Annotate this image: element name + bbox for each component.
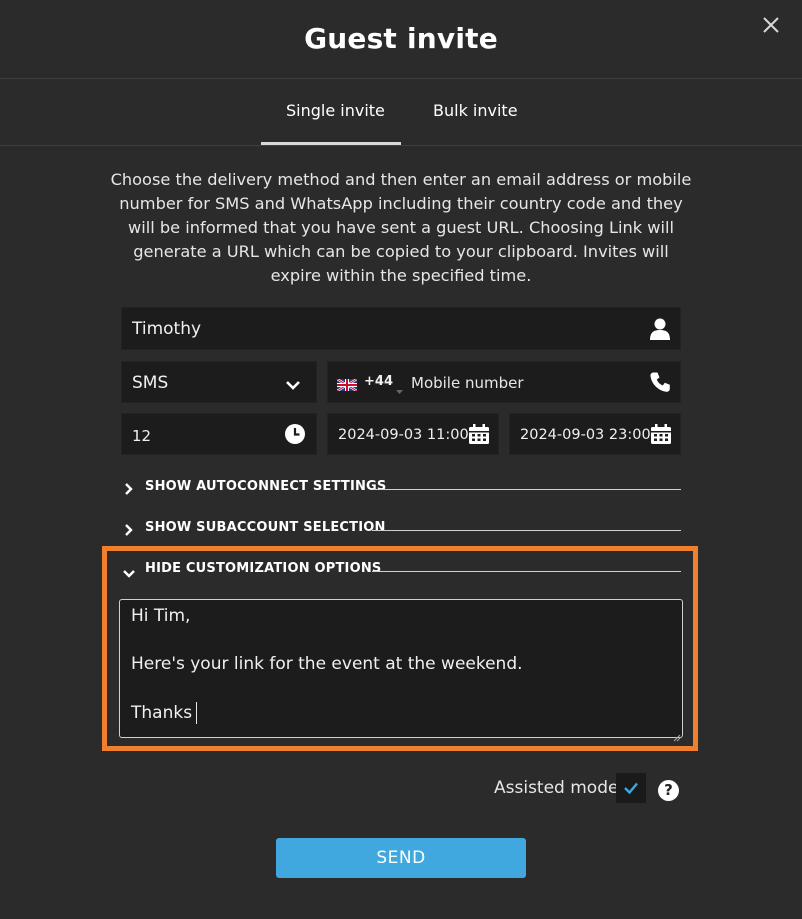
customization-options-toggle[interactable]: HIDE CUSTOMIZATION OPTIONS (122, 561, 681, 583)
message-line: Here's your link for the event at the we… (131, 654, 523, 674)
end-datetime-value: 2024-09-03 23:00 (520, 427, 651, 443)
dialog-title: Guest invite (304, 22, 498, 55)
close-icon[interactable] (758, 12, 784, 38)
tab-bar: Single invite Bulk invite (0, 79, 802, 146)
guest-invite-dialog: Guest invite Single invite Bulk invite C… (0, 0, 802, 919)
expiry-hours-field[interactable]: 12 (121, 413, 317, 455)
phone-number-field[interactable]: +44 Mobile number (327, 361, 681, 403)
chevron-down-icon (285, 376, 301, 395)
user-icon (649, 317, 671, 345)
section-divider (372, 530, 681, 531)
subaccount-selection-toggle[interactable]: SHOW SUBACCOUNT SELECTION (124, 520, 681, 540)
autoconnect-settings-label: SHOW AUTOCONNECT SETTINGS (145, 479, 387, 494)
start-datetime-field[interactable]: 2024-09-03 11:00 (327, 413, 499, 455)
message-line-last: Thanks (131, 702, 198, 724)
chevron-right-icon (124, 481, 134, 500)
message-line: Hi Tim, (131, 606, 191, 626)
tab-bulk-invite[interactable]: Bulk invite (433, 101, 518, 120)
assisted-mode-label: Assisted mode: (494, 778, 625, 798)
checkmark-icon (624, 782, 638, 795)
dialog-header: Guest invite (0, 0, 802, 79)
autoconnect-settings-toggle[interactable]: SHOW AUTOCONNECT SETTINGS (124, 479, 681, 499)
expiry-hours-value: 12 (132, 427, 152, 445)
caret-down-icon (396, 380, 403, 399)
tab-single-invite[interactable]: Single invite (286, 101, 385, 120)
customization-options-label: HIDE CUSTOMIZATION OPTIONS (145, 561, 382, 576)
guest-name-field[interactable]: Timothy (121, 307, 681, 350)
section-divider (374, 489, 681, 490)
assisted-mode-checkbox[interactable] (616, 773, 646, 803)
instructions-text: Choose the delivery method and then ente… (110, 170, 692, 285)
clock-icon (284, 423, 306, 449)
message-line: Thanks (131, 703, 193, 723)
uk-flag-icon[interactable] (336, 376, 358, 395)
start-datetime-value: 2024-09-03 11:00 (338, 427, 469, 443)
delivery-method-select[interactable]: SMS (121, 361, 317, 403)
country-code[interactable]: +44 (364, 374, 393, 389)
phone-icon (649, 371, 671, 397)
active-tab-indicator (261, 142, 401, 145)
help-icon[interactable]: ? (658, 780, 679, 801)
calendar-icon[interactable] (468, 423, 490, 449)
section-divider (372, 571, 681, 572)
subaccount-selection-label: SHOW SUBACCOUNT SELECTION (145, 520, 386, 535)
phone-placeholder: Mobile number (411, 374, 524, 392)
delivery-method-value: SMS (132, 373, 169, 393)
custom-message-textarea[interactable]: Hi Tim, Here's your link for the event a… (119, 599, 683, 742)
text-cursor (196, 702, 198, 724)
guest-name-value: Timothy (132, 319, 202, 339)
end-datetime-field[interactable]: 2024-09-03 23:00 (509, 413, 681, 455)
chevron-down-icon (122, 564, 136, 583)
resize-handle-icon[interactable] (673, 727, 681, 746)
send-button[interactable]: SEND (276, 838, 526, 878)
chevron-right-icon (124, 522, 134, 541)
calendar-icon[interactable] (650, 423, 672, 449)
